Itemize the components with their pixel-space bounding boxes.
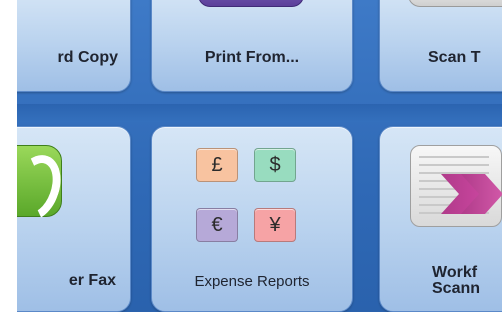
copy-tile[interactable]: rd Copy	[17, 0, 131, 92]
print-icon	[198, 0, 304, 7]
print-from-tile-label: Print From...	[204, 49, 300, 66]
row-divider	[17, 104, 502, 122]
scan-icon	[408, 0, 502, 7]
dollar-icon: $	[254, 148, 296, 182]
print-from-tile[interactable]: Print From...	[151, 0, 353, 92]
handset-icon	[17, 148, 70, 228]
phone-icon	[17, 145, 70, 228]
fax-tile-label: er Fax	[68, 272, 116, 289]
scan-tile[interactable]: Scan T	[379, 0, 502, 92]
workflow-scanning-tile[interactable]: Workf Scann	[379, 126, 502, 312]
app-grid: rd Copy Print From... Scan T er Fax £ $ …	[17, 0, 502, 312]
workflow-label-line2: Scann	[432, 280, 481, 297]
fax-tile[interactable]: er Fax	[17, 126, 131, 312]
scan-tile-label: Scan T	[428, 49, 481, 66]
copy-tile-label: rd Copy	[57, 49, 118, 66]
workflow-label-line1: Workf	[432, 264, 478, 281]
workflow-icon	[410, 145, 502, 227]
expense-reports-tile-label: Expense Reports	[194, 273, 310, 290]
euro-icon: €	[196, 208, 238, 242]
yen-icon: ¥	[254, 208, 296, 242]
pound-icon: £	[196, 148, 238, 182]
expense-reports-tile[interactable]: £ $ € ¥ Expense Reports	[151, 126, 353, 312]
workflow-tile-label: Workf Scann	[380, 265, 502, 297]
